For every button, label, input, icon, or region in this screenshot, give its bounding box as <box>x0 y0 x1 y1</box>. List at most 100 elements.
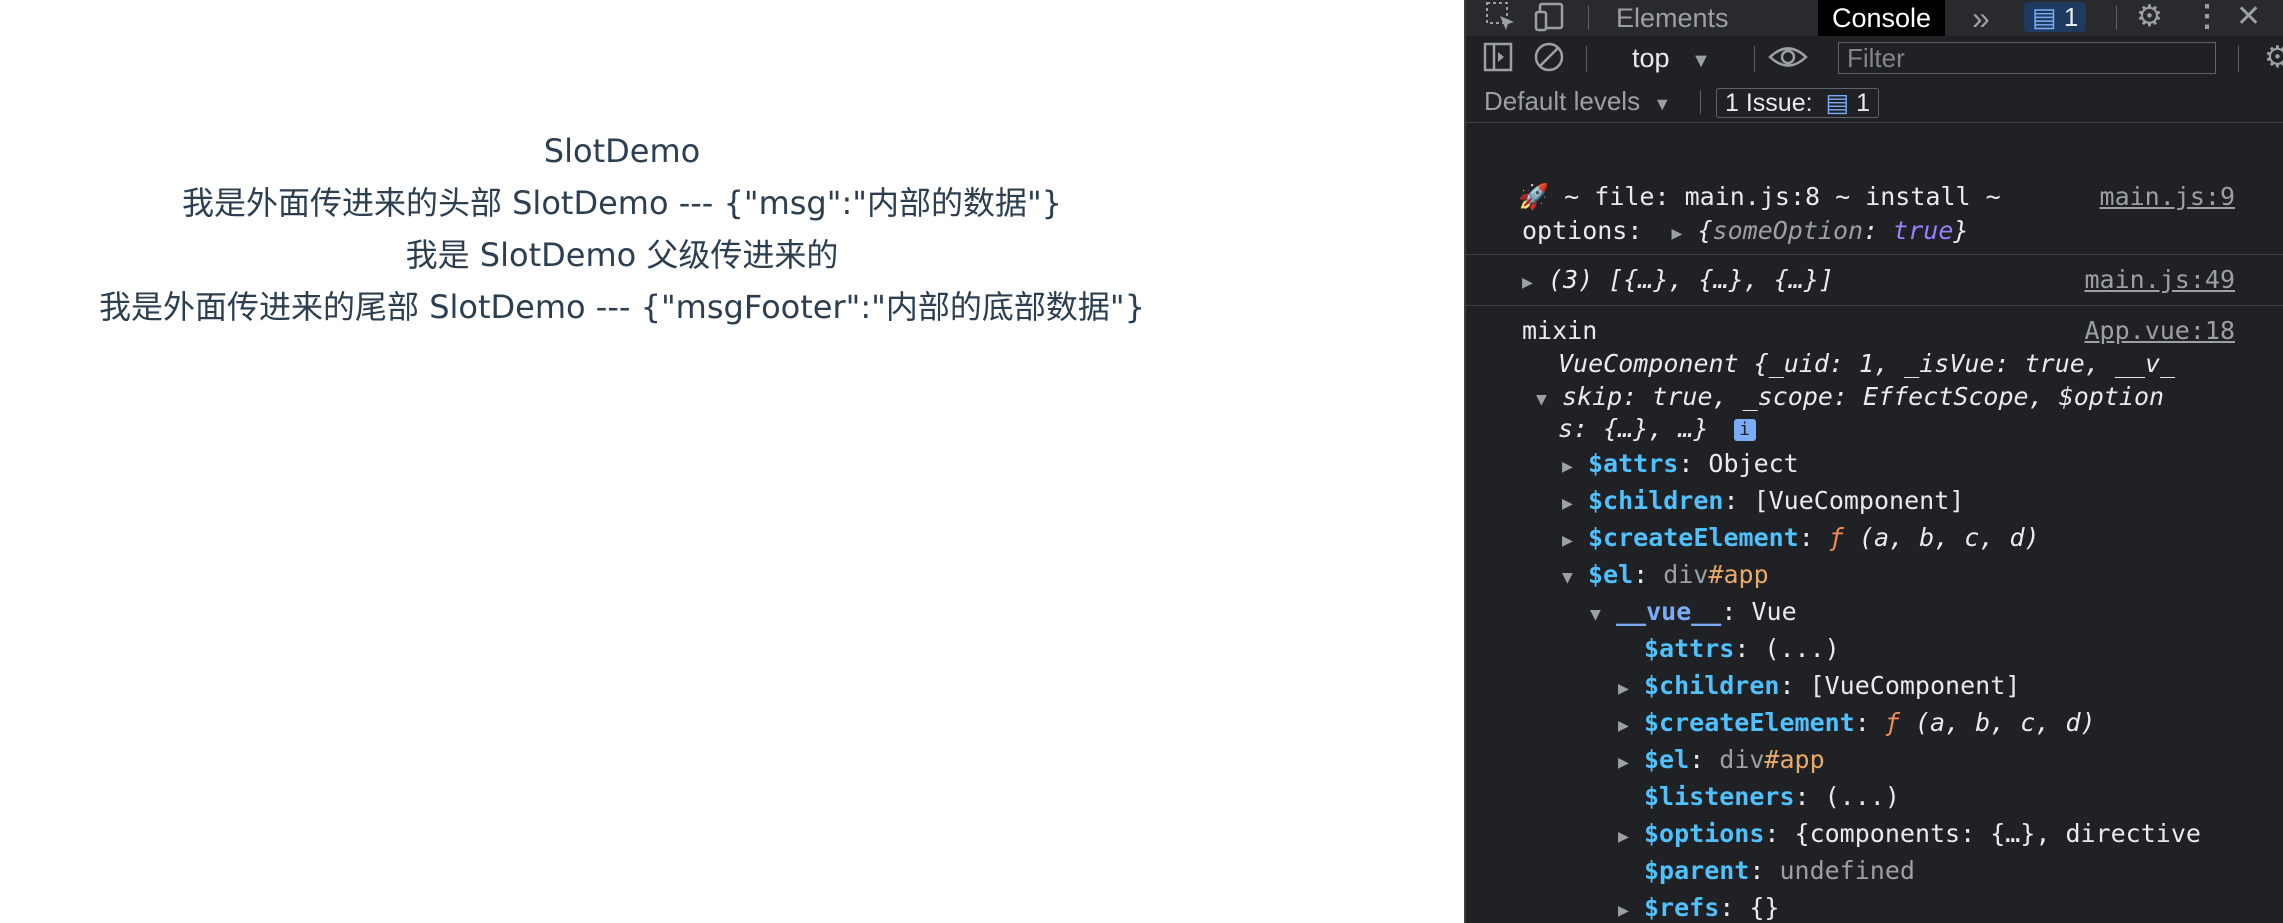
property-row[interactable]: ▶ $refs: {} <box>1618 893 1779 923</box>
tab-elements[interactable]: Elements <box>1602 0 1743 36</box>
messages-badge[interactable]: ▤ 1 <box>2024 2 2087 32</box>
collapse-triangle-icon[interactable]: ▼ <box>1562 563 1588 593</box>
console-log-array[interactable]: ▶ (3) [{…}, {…}, {…}] <box>1522 265 1834 298</box>
property-value: (a, b, c, d) <box>1914 708 2096 737</box>
console-log-label: mixin <box>1522 316 1598 345</box>
log-levels-label: Default levels <box>1484 86 1641 116</box>
property-value: (...) <box>1764 634 1840 663</box>
toolbar-separator <box>1754 46 1755 72</box>
function-icon: ƒ <box>1828 523 1859 552</box>
messages-count: 1 <box>2063 2 2079 32</box>
more-options-icon[interactable]: ⋮ <box>2192 0 2222 35</box>
property-row[interactable]: ▶ $el: div#app <box>1618 745 1825 778</box>
close-devtools-icon[interactable]: ✕ <box>2236 0 2261 35</box>
property-key: $options <box>1644 819 1765 848</box>
console-source-link[interactable]: main.js:49 <box>2084 265 2235 295</box>
chevron-down-icon: ▼ <box>1691 50 1711 72</box>
object-summary: VueComponent {_uid: 1, _isVue: true, __v… <box>1558 349 2176 378</box>
property-row[interactable]: ▶ $attrs: Object <box>1562 449 1799 482</box>
message-divider <box>1466 305 2283 306</box>
console-log-object[interactable]: options: ▶ {someOption: true} <box>1522 216 1968 249</box>
message-icon: ▤ <box>2032 2 2057 32</box>
property-value: Object <box>1708 449 1799 478</box>
console-settings-gear-icon[interactable]: ⚙ <box>2264 40 2283 76</box>
property-key: $createElement <box>1644 708 1855 737</box>
expand-triangle-icon[interactable]: ▶ <box>1618 748 1644 778</box>
object-key: someOption <box>1712 216 1864 245</box>
expand-triangle-icon[interactable]: ▶ <box>1618 711 1644 741</box>
property-row[interactable]: ▼ $el: div#app <box>1562 560 1769 593</box>
expand-triangle-icon[interactable]: ▶ <box>1562 489 1588 519</box>
message-divider <box>1466 254 2283 255</box>
default-slot-text: 我是 SlotDemo 父级传进来的 <box>405 236 839 274</box>
object-summary: skip: true, _scope: EffectScope, $option <box>1562 382 2165 411</box>
property-row[interactable]: $listeners: (...) <box>1618 782 1900 812</box>
header-slot-text: 我是外面传进来的头部 SlotDemo --- {"msg":"内部的数据"} <box>181 184 1063 222</box>
object-summary-line: s: {…}, …} i <box>1558 414 1756 444</box>
property-value: div#app <box>1663 560 1769 589</box>
issues-button[interactable]: 1 Issue: ▤ 1 <box>1716 88 1879 118</box>
expand-triangle-icon[interactable]: ▶ <box>1618 896 1644 923</box>
clear-console-icon[interactable] <box>1532 40 1566 83</box>
toolbar-separator <box>1588 6 1589 30</box>
property-row[interactable]: ▶ $options: {components: {…}, directive <box>1618 819 2201 852</box>
collapse-triangle-icon[interactable]: ▼ <box>1536 385 1562 415</box>
toolbar-separator <box>1700 90 1701 114</box>
expand-triangle-icon[interactable]: ▶ <box>1671 219 1697 249</box>
issues-label: 1 Issue: <box>1725 89 1813 117</box>
message-icon: ▤ <box>1825 89 1850 117</box>
console-levels-bar: Default levels ▼ 1 Issue: ▤ 1 <box>1466 80 2283 123</box>
sidebar-toggle-icon[interactable] <box>1482 40 1516 83</box>
devtools-tabbar: Elements Console » ▤ 1 ⚙ ⋮ ✕ <box>1466 0 2283 37</box>
info-icon[interactable]: i <box>1733 419 1756 441</box>
property-key: $children <box>1644 671 1780 700</box>
property-row[interactable]: ▶ $children: [VueComponent] <box>1562 486 1964 519</box>
toolbar-separator <box>2238 46 2239 72</box>
property-value: [VueComponent] <box>1809 671 2021 700</box>
expand-triangle-icon[interactable]: ▶ <box>1562 526 1588 556</box>
property-key: $parent <box>1644 856 1750 885</box>
console-toolbar: top ▼ ⚙ <box>1466 36 2283 81</box>
property-row[interactable]: ▶ $createElement: ƒ (a, b, c, d) <box>1562 523 2040 556</box>
property-row[interactable]: ▶ $createElement: ƒ (a, b, c, d) <box>1618 708 2096 741</box>
expand-triangle-icon[interactable]: ▶ <box>1562 452 1588 482</box>
toolbar-separator <box>1586 46 1587 72</box>
property-value: [VueComponent] <box>1753 486 1965 515</box>
more-tabs-button[interactable]: » <box>1958 0 2004 36</box>
toolbar-separator <box>2116 6 2117 30</box>
expand-triangle-icon[interactable]: ▶ <box>1618 822 1644 852</box>
collapse-triangle-icon[interactable]: ▼ <box>1590 600 1616 630</box>
property-key: $el <box>1588 560 1634 589</box>
expand-triangle-icon[interactable]: ▶ <box>1618 674 1644 704</box>
property-value: {components: {…}, directive <box>1794 819 2201 848</box>
property-row[interactable]: ▼ __vue__: Vue <box>1590 597 1797 630</box>
devtools-panel: Elements Console » ▤ 1 ⚙ ⋮ ✕ top ▼ ⚙ <box>1464 0 2283 923</box>
property-key: __vue__ <box>1616 597 1722 626</box>
expand-triangle-icon[interactable]: ▶ <box>1522 268 1548 298</box>
property-key: $attrs <box>1588 449 1679 478</box>
log-levels-dropdown[interactable]: Default levels ▼ <box>1484 80 1671 125</box>
console-source-link[interactable]: App.vue:18 <box>2084 316 2235 346</box>
property-value: undefined <box>1779 856 1915 885</box>
console-filter-input[interactable] <box>1838 42 2216 74</box>
property-key: $attrs <box>1644 634 1735 663</box>
tab-console[interactable]: Console <box>1818 0 1946 36</box>
console-source-link[interactable]: main.js:9 <box>2100 182 2235 212</box>
object-value: true <box>1893 216 1954 245</box>
property-row[interactable]: $attrs: (...) <box>1618 634 1840 664</box>
property-row[interactable]: ▶ $children: [VueComponent] <box>1618 671 2020 704</box>
property-value: (a, b, c, d) <box>1858 523 2040 552</box>
property-key: $refs <box>1644 893 1720 922</box>
live-expression-eye-icon[interactable] <box>1766 40 1810 83</box>
object-summary-line[interactable]: ▼ skip: true, _scope: EffectScope, $optio… <box>1536 382 2164 415</box>
property-key: $el <box>1644 745 1690 774</box>
property-key: $createElement <box>1588 523 1799 552</box>
property-value: Vue <box>1751 597 1797 626</box>
context-value: top <box>1632 43 1670 73</box>
array-summary: (3) [{…}, {…}, {…}] <box>1548 265 1834 294</box>
property-value: {} <box>1749 893 1780 922</box>
function-icon: ƒ <box>1884 708 1915 737</box>
context-select[interactable]: top ▼ <box>1632 36 1711 83</box>
property-row[interactable]: $parent: undefined <box>1618 856 1915 886</box>
settings-gear-icon[interactable]: ⚙ <box>2136 0 2163 35</box>
